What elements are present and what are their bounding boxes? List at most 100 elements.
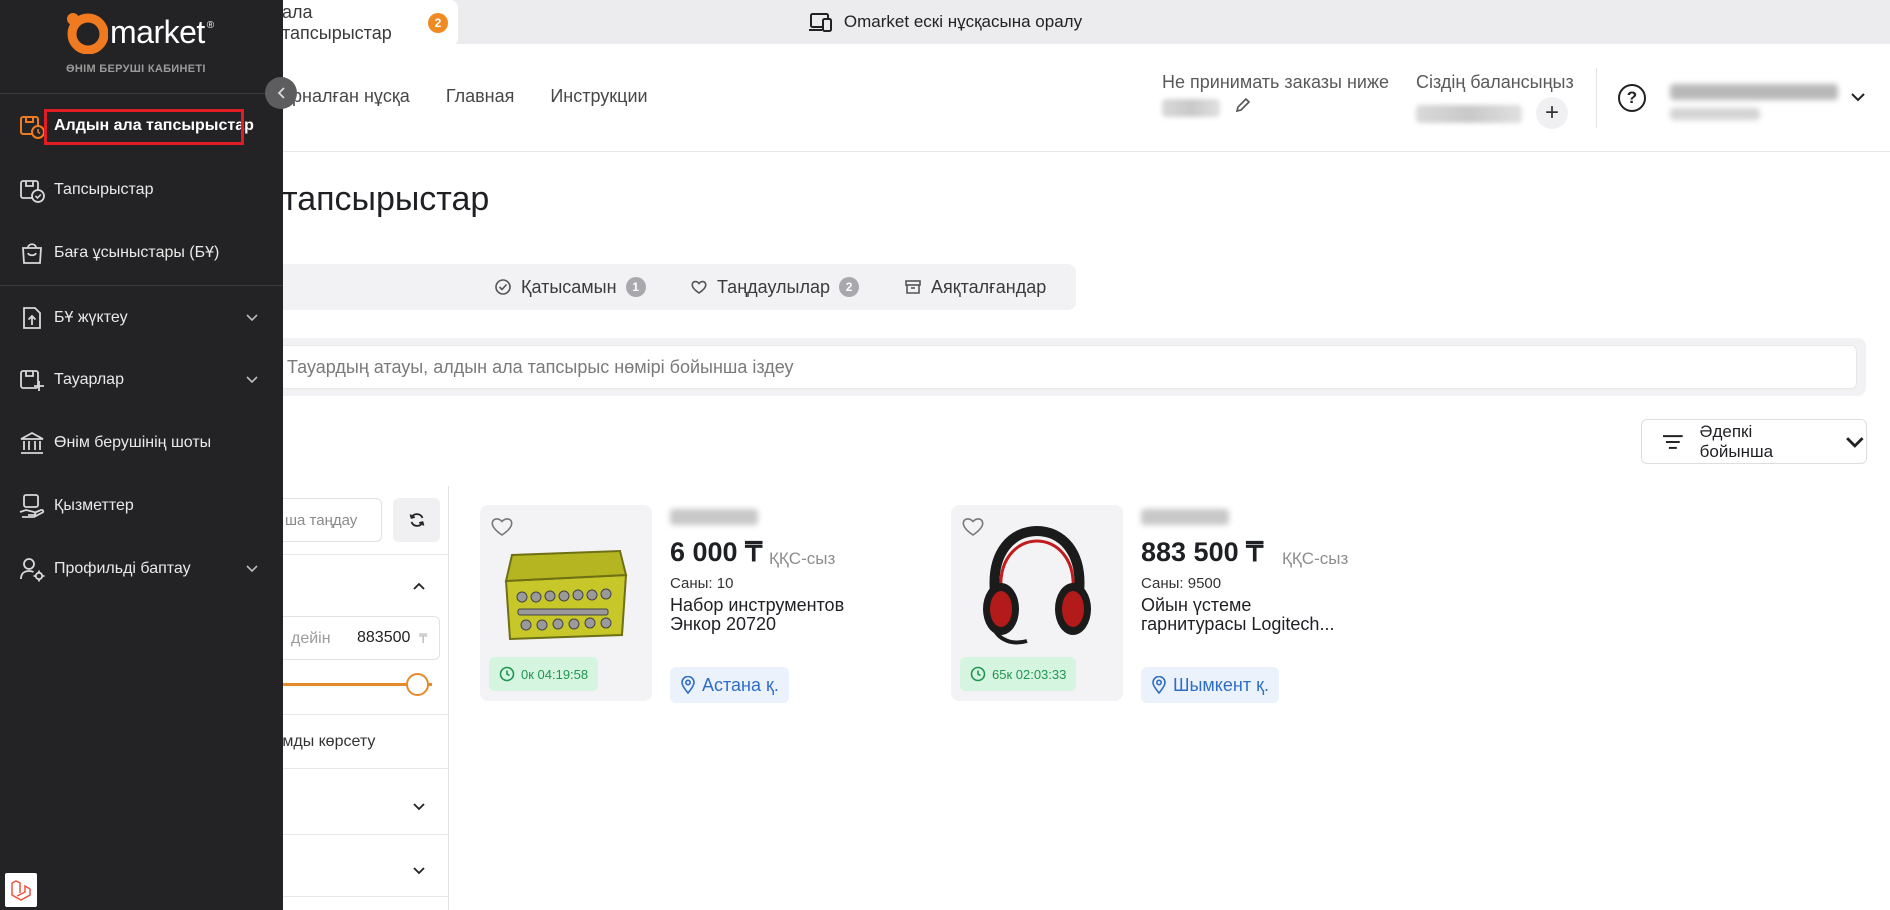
bank-icon — [20, 431, 44, 454]
price-slider-handle[interactable] — [406, 673, 429, 696]
sidebar-item-label: Қызметтер — [54, 497, 134, 514]
product-name[interactable]: Набор инструментов Энкор 20720 — [670, 596, 870, 634]
tab-favorites-count: 2 — [839, 277, 860, 297]
sidebar-divider — [0, 285, 283, 286]
refresh-button[interactable] — [393, 498, 440, 542]
city-badge: Шымкент қ. — [1141, 667, 1279, 703]
preorder-clock-icon — [20, 116, 45, 139]
active-item-highlight — [44, 109, 244, 145]
sidebar-collapse-button[interactable] — [265, 77, 297, 109]
help-icon[interactable]: ? — [1618, 84, 1646, 112]
city-name: Астана қ. — [702, 674, 779, 695]
favorite-heart-icon[interactable] — [490, 515, 514, 537]
chevron-down-icon[interactable] — [412, 866, 426, 875]
headset-product-image — [983, 525, 1091, 645]
devices-icon — [808, 13, 832, 32]
product-price: 883 500 ₸ — [1141, 537, 1264, 567]
orders-box-icon — [20, 180, 45, 203]
user-name-blurred[interactable] — [1670, 84, 1838, 100]
chevron-up-icon[interactable] — [412, 582, 426, 591]
tab-preorders[interactable]: ала тапсырыстар 2 — [262, 0, 458, 46]
product-price: 6 000 ₸ — [670, 537, 763, 567]
sidebar-item-label: БҰ жүктеу — [54, 309, 128, 326]
services-hand-icon — [19, 494, 45, 518]
timer-text: 0к 04:19:58 — [521, 666, 589, 682]
banner-text: Omarket ескі нұсқасына оралу — [843, 12, 1083, 31]
sidebar-item-services[interactable]: Қызметтер — [0, 486, 283, 526]
user-role-blurred — [1670, 108, 1760, 120]
tab-preorders-count: 2 — [428, 13, 448, 33]
price-to-input[interactable]: дейін 883500 ₸ — [272, 616, 440, 660]
edit-pencil-icon[interactable] — [1234, 96, 1252, 114]
user-settings-icon — [20, 558, 45, 582]
sidebar-item-goods[interactable]: Тауарлар — [0, 360, 283, 400]
nav-version-link[interactable]: арналған нұсқа — [282, 86, 410, 107]
sidebar-item-label: Тапсырыстар — [54, 181, 154, 198]
sort-dropdown[interactable]: Әдепкі бойынша — [1641, 419, 1867, 464]
product-image-toolset[interactable]: 0к 04:19:58 — [480, 505, 652, 701]
tab-completed[interactable]: Аяқталғандар — [904, 264, 1046, 310]
bag-icon — [22, 243, 42, 264]
sidebar-item-profile-settings[interactable]: Профильді баптау — [0, 549, 283, 589]
user-menu-chevron-icon[interactable] — [1850, 92, 1866, 102]
vat-label: ҚҚС-сыз — [1282, 549, 1349, 568]
sidebar-item-upload-offers[interactable]: БҰ жүктеу — [0, 298, 283, 338]
chevron-left-icon — [277, 87, 285, 99]
sidebar-item-supplier-account[interactable]: Өнім берушінің шоты — [0, 423, 283, 463]
filter-panel: ша таңдау дейін 883500 ₸ рымды көрсету — [262, 486, 449, 910]
search-input[interactable] — [272, 345, 1857, 389]
tab-completed-label: Аяқталғандар — [931, 276, 1047, 297]
nav-home-link[interactable]: Главная — [446, 86, 515, 107]
sku-blurred — [670, 509, 758, 525]
tab-preorders-label: ала тапсырыстар — [282, 2, 392, 43]
countdown-timer: 65к 02:03:33 — [960, 657, 1077, 691]
refresh-icon — [409, 513, 424, 527]
balance-block: Сіздің балансыңыз + — [1416, 72, 1574, 129]
laravel-logo-icon — [11, 880, 31, 901]
tab-favorites[interactable]: Таңдаулылар 2 — [690, 264, 860, 310]
min-order-value-blurred — [1162, 99, 1220, 117]
timer-text: 65к 02:03:33 — [992, 666, 1067, 682]
toolset-product-image — [504, 549, 628, 641]
product-quantity: Саны: 9500 — [1141, 575, 1222, 592]
sort-lines-icon — [1662, 434, 1683, 449]
chevron-down-icon — [246, 314, 258, 322]
price-to-value: 883500 — [357, 629, 411, 646]
cabinet-subtitle: ӨНІМ БЕРУШІ КАБИНЕТІ — [66, 63, 206, 75]
sidebar-item-label: Тауарлар — [54, 371, 124, 388]
balance-value-blurred — [1416, 105, 1522, 123]
product-name-line2: Энкор 20720 — [670, 614, 777, 634]
sidebar-item-price-offers[interactable]: Баға ұсыныстары (БҰ) — [0, 233, 283, 273]
logo[interactable]: market ® — [64, 10, 214, 54]
search-bar — [262, 338, 1866, 396]
page-title: тапсырыстар — [282, 180, 490, 218]
sort-label: Әдепкі бойынша — [1699, 421, 1774, 461]
product-name[interactable]: Ойын үстеме гарнитурасы Logitech... — [1141, 596, 1341, 634]
filter-divider — [262, 554, 449, 555]
top-up-button[interactable]: + — [1536, 97, 1568, 129]
chevron-down-icon[interactable] — [412, 802, 426, 811]
countdown-timer: 0к 04:19:58 — [489, 657, 599, 691]
tab-participating-count: 1 — [625, 277, 646, 297]
price-to-label: дейін — [291, 630, 331, 647]
check-circle-icon — [495, 279, 511, 295]
sku-blurred — [1141, 509, 1229, 525]
balance-label: Сіздің балансыңыз — [1416, 72, 1574, 92]
region-select[interactable]: ша таңдау — [272, 498, 382, 542]
heart-icon — [691, 280, 707, 294]
sidebar-item-label: Профильді баптау — [54, 560, 191, 577]
tab-favorites-label: Таңдаулылар — [717, 276, 831, 297]
chevron-down-icon — [1846, 436, 1864, 448]
tab-participating-label: Қатысамын — [521, 276, 617, 297]
min-order-block: Не принимать заказы ниже — [1162, 72, 1389, 117]
tab-participating[interactable]: Қатысамын 1 — [494, 264, 646, 310]
laravel-icon[interactable] — [5, 873, 37, 907]
sidebar: market ® ӨНІМ БЕРУШІ КАБИНЕТІ Алдын ала … — [0, 0, 283, 910]
min-order-label: Не принимать заказы ниже — [1162, 72, 1390, 92]
nav-instructions-link[interactable]: Инструкции — [550, 86, 647, 107]
filter-divider — [262, 896, 449, 897]
sidebar-item-orders[interactable]: Тапсырыстар — [0, 170, 283, 210]
logo-text: market — [110, 13, 205, 50]
product-image-headset[interactable]: 65к 02:03:33 — [951, 505, 1123, 701]
logo-registered-mark: ® — [206, 19, 215, 31]
